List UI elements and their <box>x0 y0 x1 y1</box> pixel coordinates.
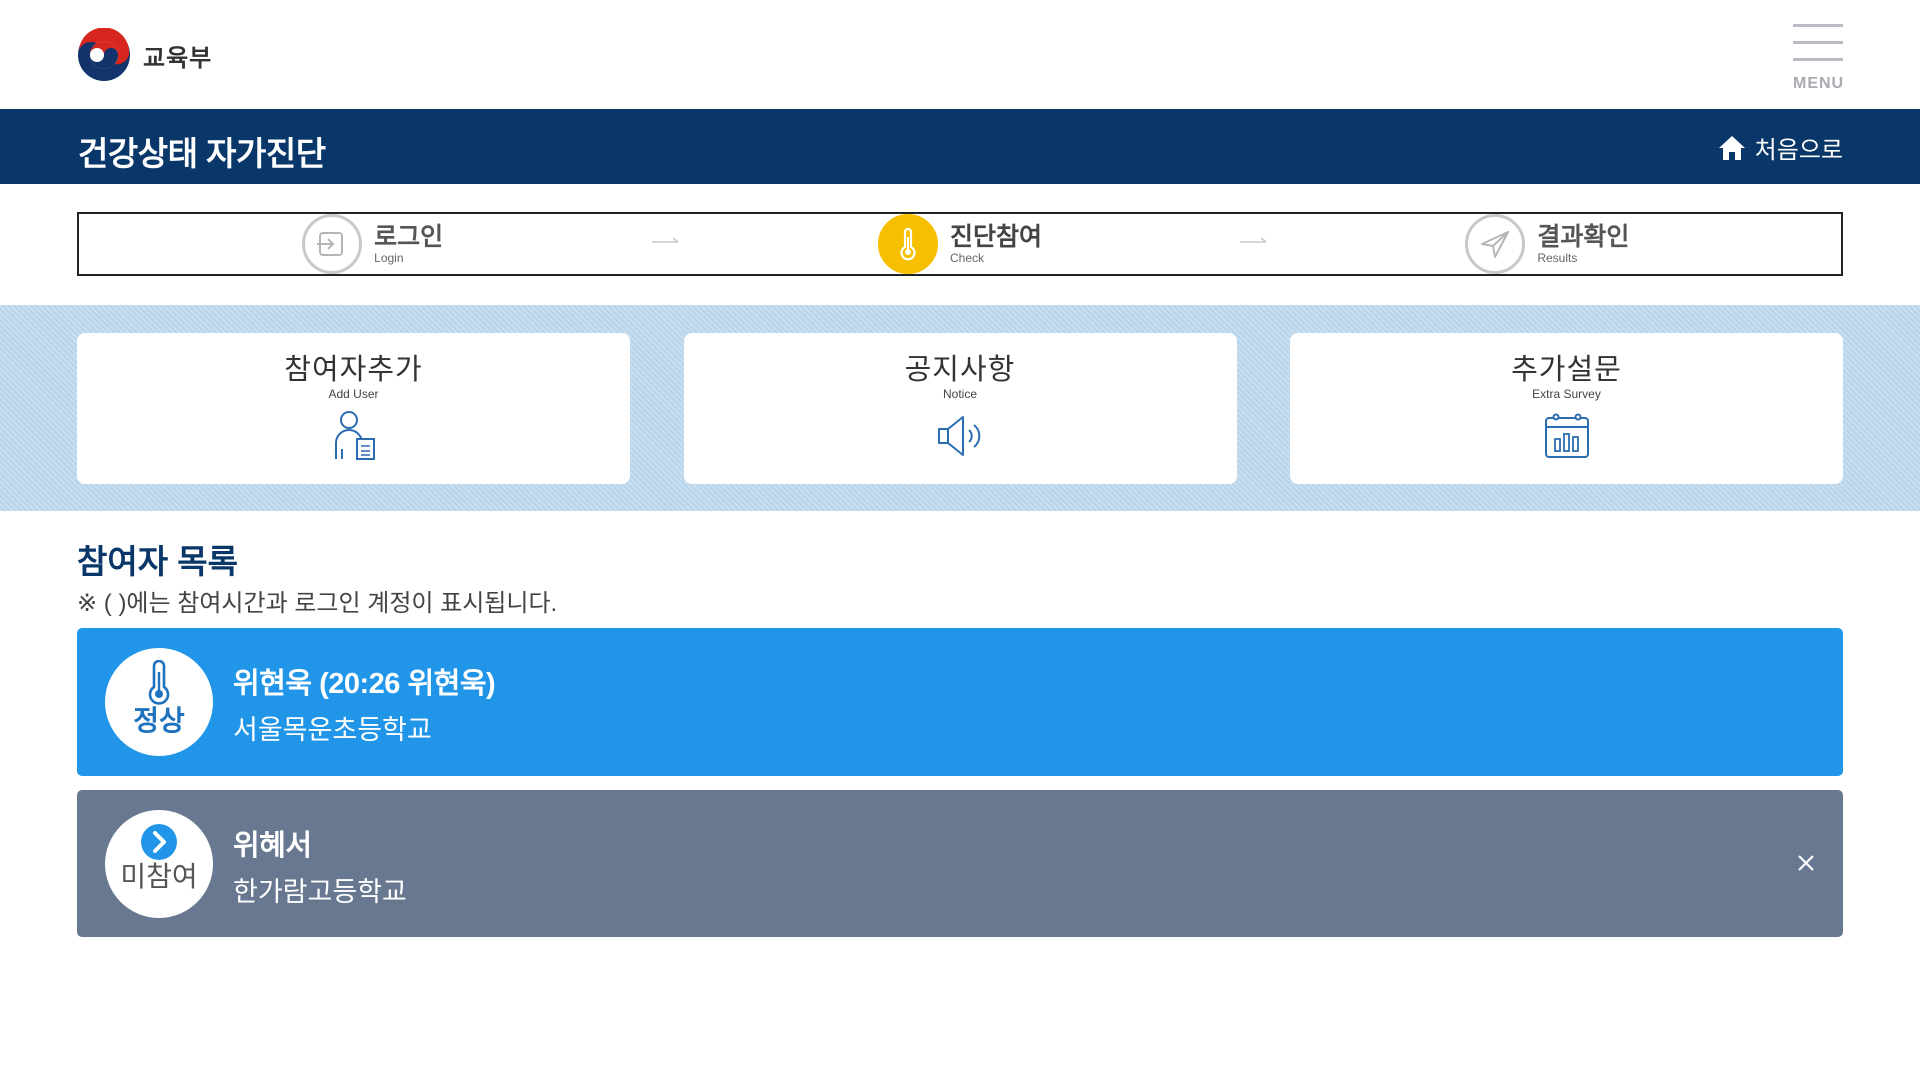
extra-survey-sub: Extra Survey <box>1532 387 1601 401</box>
participant-card-normal[interactable]: 정상 위현욱 (20:26 위현욱) 서울목운초등학교 <box>77 628 1843 776</box>
notice-button[interactable]: 공지사항 Notice <box>683 333 1237 484</box>
step-login-badge <box>302 214 363 274</box>
step-login-sub: Login <box>374 251 404 265</box>
thermometer-icon <box>900 227 916 261</box>
step-check: 진단참여 Check <box>666 214 1267 274</box>
progress-steps-area: 로그인 Login 진단참여 Check 결과확인 Results <box>0 184 1920 305</box>
step-check-badge <box>877 214 938 274</box>
step-check-sub: Check <box>949 251 984 265</box>
hamburger-icon <box>1793 24 1843 27</box>
participant-name: 위혜서 <box>233 830 312 862</box>
speaker-icon <box>938 416 981 456</box>
participant-list-header: 참여자 목록 ※ ( )에는 참여시간과 로그인 계정이 표시됩니다. <box>0 511 1920 628</box>
menu-label: MENU <box>1793 75 1845 92</box>
participant-name: 위현욱 (20:26 위현욱) <box>233 668 496 700</box>
hamburger-bar <box>1793 58 1843 61</box>
menu-button[interactable]: MENU <box>1793 24 1843 93</box>
step-check-title: 진단참여 <box>949 223 1042 251</box>
participant-school: 한가람고등학교 <box>233 877 407 907</box>
step-results-title: 결과확인 <box>1537 223 1630 251</box>
add-user-title: 참여자추가 <box>284 354 423 386</box>
top-bar: 교육부 MENU <box>0 0 1920 109</box>
step-login: 로그인 Login <box>79 214 679 274</box>
close-icon[interactable] <box>1791 848 1821 878</box>
extra-survey-title: 추가설문 <box>1511 354 1622 386</box>
hamburger-bar <box>1793 41 1843 44</box>
notice-title: 공지사항 <box>904 354 1016 386</box>
extra-survey-button[interactable]: 추가설문 Extra Survey <box>1290 333 1843 484</box>
participant-card-pending[interactable]: 미참여 위혜서 한가람고등학교 <box>77 790 1843 937</box>
add-user-button[interactable]: 참여자추가 Add User <box>77 333 630 484</box>
taegeuk-logo-icon <box>78 28 130 81</box>
status-badge: 정상 <box>105 648 213 756</box>
logo-text: 교육부 <box>143 44 213 72</box>
step-results: 결과확인 Results <box>1254 214 1841 274</box>
thermometer-icon <box>148 660 170 705</box>
status-badge: 미참여 <box>105 810 213 918</box>
step-login-title: 로그인 <box>374 223 444 251</box>
quick-menu: 참여자추가 Add User 공지사항 Notice 추가설문 Extra Su… <box>77 333 1843 484</box>
chevron-right-icon <box>141 824 177 860</box>
participant-list-note: ※ ( )에는 참여시간과 로그인 계정이 표시됩니다. <box>77 590 558 617</box>
add-user-sub: Add User <box>328 387 379 401</box>
calendar-chart-icon <box>1544 413 1589 458</box>
participant-list-title: 참여자 목록 <box>77 543 238 580</box>
step-results-badge <box>1465 214 1526 274</box>
progress-steps: 로그인 Login 진단참여 Check 결과확인 Results <box>77 212 1843 276</box>
login-icon <box>317 232 344 256</box>
notice-sub: Notice <box>942 387 977 401</box>
home-label: 처음으로 <box>1754 137 1843 164</box>
title-bar: 건강상태 자가진단 처음으로 <box>0 109 1920 184</box>
add-user-icon <box>334 411 375 460</box>
quick-menu-band: 참여자추가 Add User 공지사항 Notice 추가설문 Extra Su… <box>0 305 1920 511</box>
ministry-logo[interactable]: 교육부 <box>77 28 212 82</box>
home-button[interactable]: 처음으로 <box>1717 130 1843 165</box>
page-title: 건강상태 자가진단 <box>78 135 326 172</box>
participant-school: 서울목운초등학교 <box>233 715 432 745</box>
status-label: 정상 <box>133 705 185 736</box>
home-icon <box>1718 135 1745 160</box>
status-label: 미참여 <box>120 861 198 892</box>
send-icon <box>1481 231 1510 258</box>
step-results-sub: Results <box>1537 251 1578 265</box>
